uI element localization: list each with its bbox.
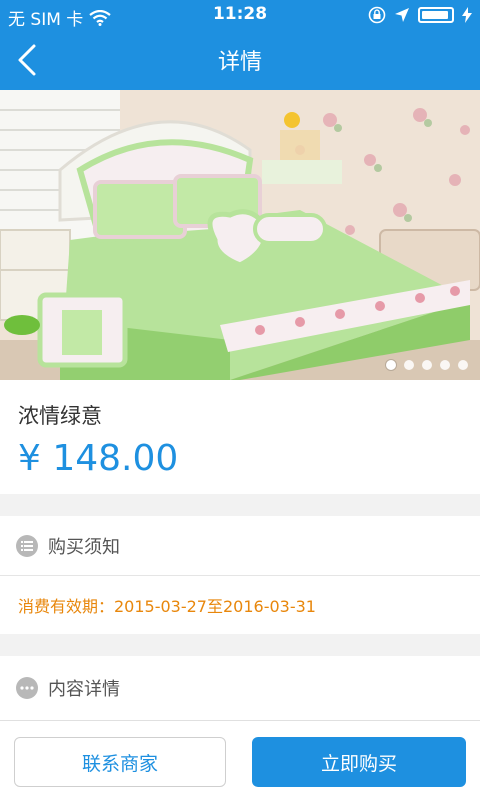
carousel-dot[interactable] — [404, 360, 414, 370]
carousel-indicators — [386, 360, 468, 370]
content-details-title: 内容详情 — [48, 679, 120, 700]
purchase-notice-header[interactable]: 购买须知 — [0, 516, 480, 576]
product-info: 浓情绿意 ¥ 148.00 — [0, 380, 480, 494]
product-name: 浓情绿意 — [18, 404, 102, 428]
page-title: 详情 — [217, 50, 262, 75]
carousel-dot[interactable] — [422, 360, 432, 370]
rotation-lock-icon — [368, 6, 386, 24]
product-image-carousel[interactable] — [0, 90, 480, 380]
carousel-dot[interactable] — [458, 360, 468, 370]
product-price: ¥ 148.00 — [18, 438, 179, 479]
buy-now-button[interactable]: 立即购买 — [252, 737, 466, 787]
charging-icon — [462, 7, 472, 23]
purchase-notice-section: 购买须知 消费有效期：2015-03-27至2016-03-31 — [0, 516, 480, 634]
purchase-notice-title: 购买须知 — [48, 536, 120, 558]
battery-level — [422, 11, 449, 19]
location-arrow-icon — [395, 8, 409, 22]
content-details-section[interactable]: 内容详情 — [0, 656, 480, 720]
status-bar: 无 SIM 卡 11:28 — [0, 0, 480, 30]
carousel-dot[interactable] — [386, 360, 396, 370]
status-right — [368, 6, 472, 24]
battery-icon — [418, 7, 454, 23]
contact-merchant-button[interactable]: 联系商家 — [14, 737, 226, 787]
validity-period: 消费有效期：2015-03-27至2016-03-31 — [18, 597, 316, 616]
bottom-action-bar: 联系商家 立即购买 — [0, 720, 480, 800]
product-photo — [0, 90, 480, 380]
carousel-dot[interactable] — [440, 360, 450, 370]
list-icon — [16, 534, 38, 557]
more-icon — [16, 677, 38, 699]
content-details-header[interactable]: 内容详情 — [0, 656, 480, 720]
nav-bar: 详情 — [0, 30, 480, 90]
